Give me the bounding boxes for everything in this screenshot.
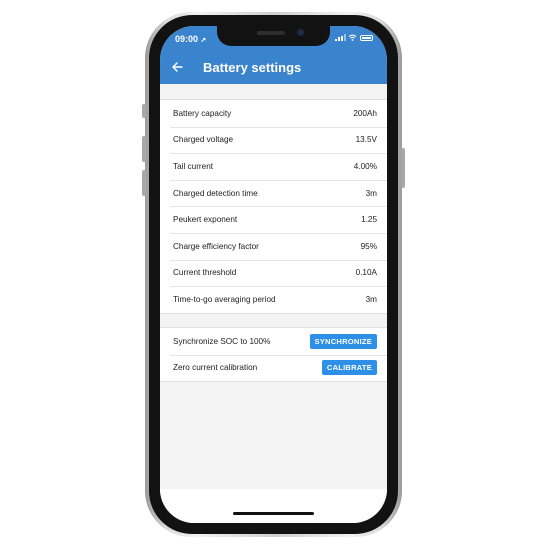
synchronize-button[interactable]: SYNCHRONIZE [309, 333, 377, 349]
setting-label: Tail current [173, 161, 214, 171]
location-icon: ➚ [200, 37, 207, 44]
settings-list: Battery capacity 200Ah Charged voltage 1… [160, 99, 387, 314]
setting-value: 3m [365, 294, 377, 304]
setting-value: 0.10A [355, 268, 377, 278]
setting-row-current-threshold[interactable]: Current threshold 0.10A [160, 259, 387, 287]
speaker-grille [257, 31, 285, 35]
home-indicator[interactable] [233, 512, 314, 515]
setting-row-battery-capacity[interactable]: Battery capacity 200Ah [160, 100, 387, 127]
setting-label: Battery capacity [173, 108, 232, 118]
notch [217, 26, 330, 46]
status-time-text: 09:00 [175, 34, 199, 44]
action-row-calibrate: Zero current calibration CALIBRATE [160, 354, 387, 382]
volume-down-button [142, 170, 146, 196]
setting-label: Current threshold [173, 268, 237, 278]
page-title: Battery settings [203, 60, 302, 75]
status-icons [335, 34, 373, 41]
setting-label: Charged voltage [173, 135, 234, 145]
action-row-synchronize: Synchronize SOC to 100% SYNCHRONIZE [160, 328, 387, 355]
setting-row-charged-detection-time[interactable]: Charged detection time 3m [160, 179, 387, 207]
calibrate-button[interactable]: CALIBRATE [321, 360, 377, 376]
setting-label: Time-to-go averaging period [173, 294, 276, 304]
setting-row-tail-current[interactable]: Tail current 4.00% [160, 153, 387, 180]
setting-value: 1.25 [361, 215, 377, 225]
arrow-left-icon[interactable] [169, 60, 185, 76]
setting-value: 13.5V [355, 135, 377, 145]
phone-screen: 09:00 ➚ Battery settings Battery capacit… [160, 26, 387, 523]
volume-up-button [142, 136, 146, 162]
setting-row-peukert-exponent[interactable]: Peukert exponent 1.25 [160, 206, 387, 233]
setting-value: 4.00% [353, 161, 377, 171]
setting-row-charged-voltage[interactable]: Charged voltage 13.5V [160, 126, 387, 154]
setting-label: Peukert exponent [173, 215, 238, 225]
power-button [401, 148, 405, 188]
setting-row-charge-efficiency-factor[interactable]: Charge efficiency factor 95% [160, 232, 387, 260]
setting-label: Charge efficiency factor [173, 241, 259, 251]
battery-status-icon [360, 34, 373, 41]
setting-label: Charged detection time [173, 188, 258, 198]
setting-row-time-to-go-averaging-period[interactable]: Time-to-go averaging period 3m [160, 286, 387, 313]
status-time: 09:00 ➚ [175, 34, 206, 44]
cellular-signal-icon [335, 34, 346, 41]
front-camera [297, 29, 304, 36]
action-label: Synchronize SOC to 100% [173, 336, 271, 346]
action-label: Zero current calibration [173, 363, 258, 373]
mute-switch [142, 104, 146, 118]
bottom-safe-area [160, 489, 387, 523]
setting-value: 95% [360, 241, 377, 251]
actions-list: Synchronize SOC to 100% SYNCHRONIZE Zero… [160, 327, 387, 383]
setting-value: 3m [365, 188, 377, 198]
setting-value: 200Ah [353, 108, 377, 118]
wifi-icon [348, 34, 357, 41]
